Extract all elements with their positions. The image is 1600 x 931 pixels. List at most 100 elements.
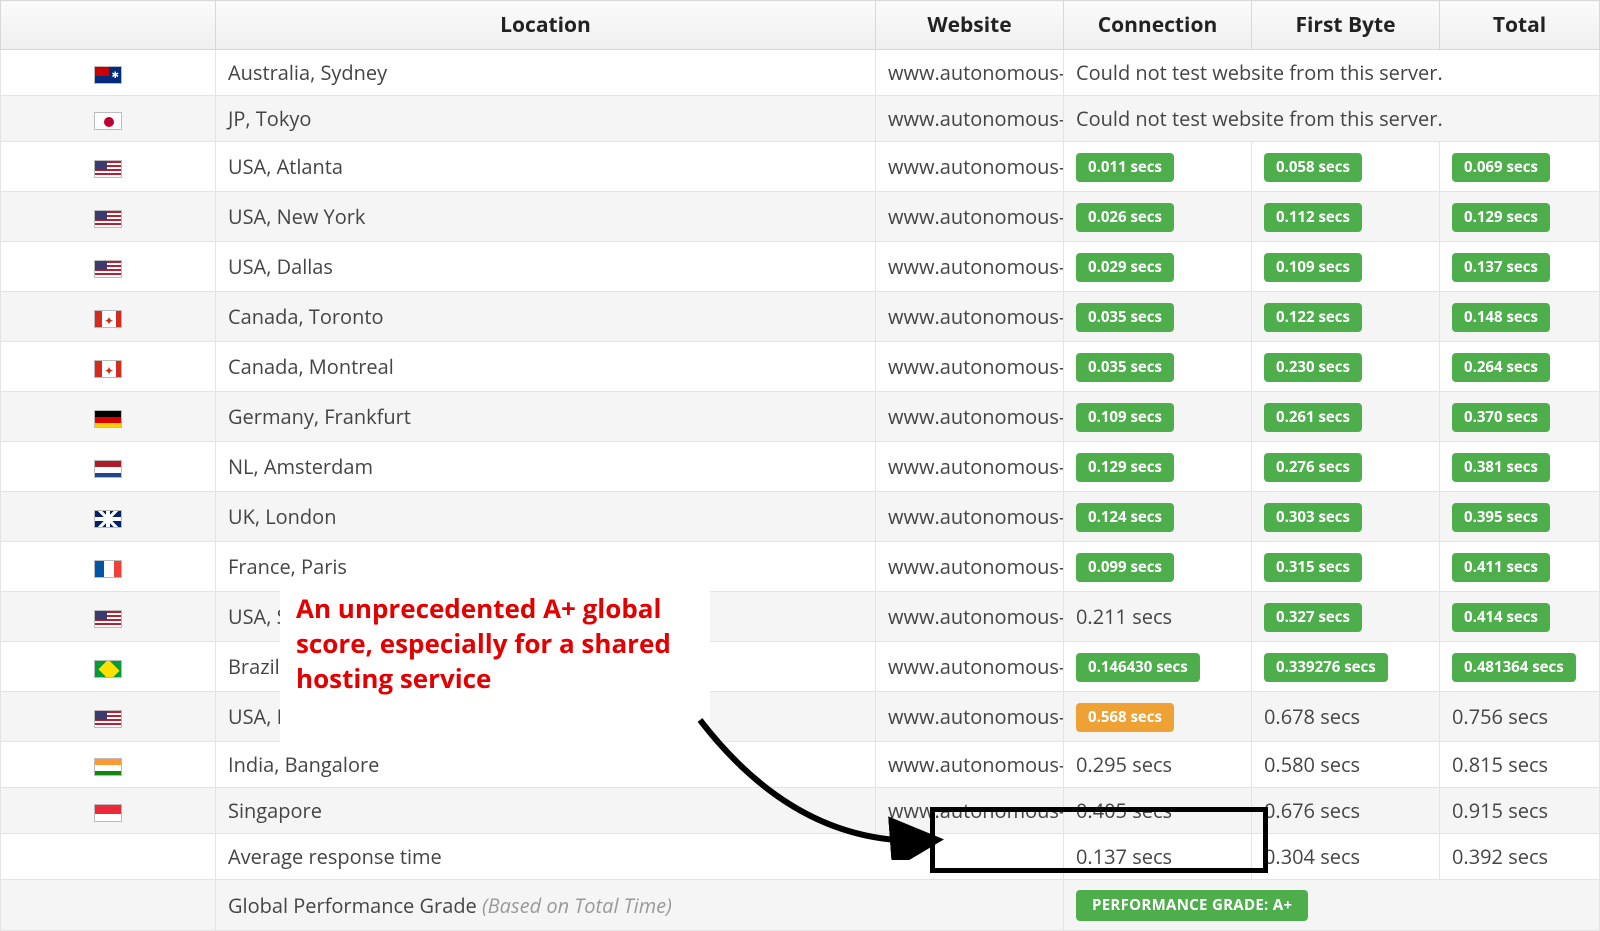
metric-cell: 0.264 secs [1440,342,1600,392]
website-cell: www.autonomous-shoes-canada-hg.com (213.… [876,242,1064,292]
domain-text: www.autonomous-shoes-canada-hg.com [888,353,1064,380]
metric-cell: 0.295 secs [1064,742,1252,788]
location-cell: Canada, Montreal [216,342,876,392]
flag-icon [94,112,122,130]
flag-cell [1,292,216,342]
table-row: Canada, Toronto www.autonomous-shoes-cana… [1,292,1600,342]
flag-cell [1,592,216,642]
website-cell: www.autonomous-shoes-canada-hg.com (213.… [876,642,1064,692]
flag-icon [94,804,122,822]
timing-badge: 0.568 secs [1076,703,1174,732]
domain-text: www.autonomous-shoes-canada-hg.com [888,303,1064,330]
timing-badge: 0.109 secs [1076,403,1174,432]
metric-cell: 0.069 secs [1440,142,1600,192]
website-cell: www.autonomous-shoes-canada-hg.com (213.… [876,142,1064,192]
timing-text: 0.915 secs [1452,797,1548,824]
flag-cell [1,142,216,192]
metric-cell: 0.109 secs [1252,242,1440,292]
timing-text: 0.580 secs [1264,751,1360,778]
location-cell: India, Bangalore [216,742,876,788]
grade-note: (Based on Total Time) [482,892,672,919]
metric-cell: 0.058 secs [1252,142,1440,192]
domain-text: www.autonomous-shoes-canada-hg.com [888,453,1064,480]
timing-badge: 0.381 secs [1452,453,1550,482]
error-cell: Could not test website from this server. [1064,96,1600,142]
table-row: Brazil, Sao Paulowww.autonomous-shoes-ca… [1,642,1600,692]
flag-icon [94,758,122,776]
timing-badge: 0.264 secs [1452,353,1550,382]
timing-text: 0.295 secs [1076,751,1172,778]
metric-cell: 0.099 secs [1064,542,1252,592]
metric-cell: 0.676 secs [1252,788,1440,834]
flag-cell [1,96,216,142]
website-cell: www.autonomous-shoes-canada-hg.com (unkn… [876,50,1064,96]
flag-icon [94,410,122,428]
table-header-row: Location Website Connection First Byte T… [1,1,1600,50]
timing-badge: 0.339276 secs [1264,653,1388,682]
header-connection: Connection [1064,1,1252,50]
metric-cell: 0.678 secs [1252,692,1440,742]
timing-badge: 0.137 secs [1452,253,1550,282]
website-cell: www.autonomous-shoes-canada-hg.com (213.… [876,492,1064,542]
metric-cell: 0.339276 secs [1252,642,1440,692]
flag-icon [94,360,122,378]
timing-badge: 0.261 secs [1264,403,1362,432]
timing-badge: 0.414 secs [1452,603,1550,632]
flag-cell [1,342,216,392]
domain-text: www.autonomous-shoes-canada-hg.com [888,403,1064,430]
table-row: Germany, Frankfurtwww.autonomous-shoes-c… [1,392,1600,442]
website-cell: www.autonomous-shoes-canada-hg.com (213.… [876,742,1064,788]
flag-icon [94,210,122,228]
timing-badge: 0.069 secs [1452,153,1550,182]
website-cell: www.autonomous-shoes-canada-hg.com (unkn… [876,96,1064,142]
table-row: Canada, Montreal www.autonomous-shoes-can… [1,342,1600,392]
grade-label: Global Performance Grade [228,892,482,919]
flag-icon [94,560,122,578]
timing-text: 0.211 secs [1076,603,1172,630]
timing-badge: 0.303 secs [1264,503,1362,532]
website-cell: www.autonomous-shoes-canada-hg.com (213.… [876,592,1064,642]
table-row: USA, New Yorkwww.autonomous-shoes-canada… [1,192,1600,242]
metric-cell: 0.029 secs [1064,242,1252,292]
error-cell: Could not test website from this server. [1064,50,1600,96]
location-cell: NL, Amsterdam [216,442,876,492]
flag-icon [94,710,122,728]
metric-cell: 0.148 secs [1440,292,1600,342]
timing-text: 0.678 secs [1264,703,1360,730]
metric-cell: 0.129 secs [1440,192,1600,242]
timing-text: 0.815 secs [1452,751,1548,778]
timing-badge: 0.315 secs [1264,553,1362,582]
table-row: UK, Londonwww.autonomous-shoes-canada-hg… [1,492,1600,542]
timing-badge: 0.481364 secs [1452,653,1576,682]
domain-text: www.autonomous-shoes-canada-hg.com [888,553,1064,580]
metric-cell: 0.568 secs [1064,692,1252,742]
header-total: Total [1440,1,1600,50]
metric-cell: 0.481364 secs [1440,642,1600,692]
flag-icon [94,510,122,528]
timing-text: 0.756 secs [1452,703,1548,730]
metric-cell: 0.756 secs [1440,692,1600,742]
location-cell: Singapore [216,788,876,834]
timing-badge: 0.109 secs [1264,253,1362,282]
metric-cell: 0.276 secs [1252,442,1440,492]
metric-cell: 0.109 secs [1064,392,1252,442]
grade-row: Global Performance Grade (Based on Total… [1,880,1600,931]
flag-cell [1,492,216,542]
domain-text: www.autonomous-shoes-canada-hg.com [888,153,1064,180]
location-cell: USA, Dallas [216,242,876,292]
location-cell: Canada, Toronto [216,292,876,342]
header-first-byte: First Byte [1252,1,1440,50]
website-cell: www.autonomous-shoes-canada-hg.com (213.… [876,542,1064,592]
timing-badge: 0.035 secs [1076,303,1174,332]
timing-badge: 0.395 secs [1452,503,1550,532]
flag-icon [94,310,122,328]
blank-cell [1,880,216,931]
domain-text: www.autonomous-shoes-canada-hg.com [888,603,1064,630]
header-flag [1,1,216,50]
flag-icon [94,260,122,278]
flag-cell [1,742,216,788]
blank-cell [1,834,216,880]
flag-cell [1,642,216,692]
timing-badge: 0.148 secs [1452,303,1550,332]
location-cell: UK, London [216,492,876,542]
